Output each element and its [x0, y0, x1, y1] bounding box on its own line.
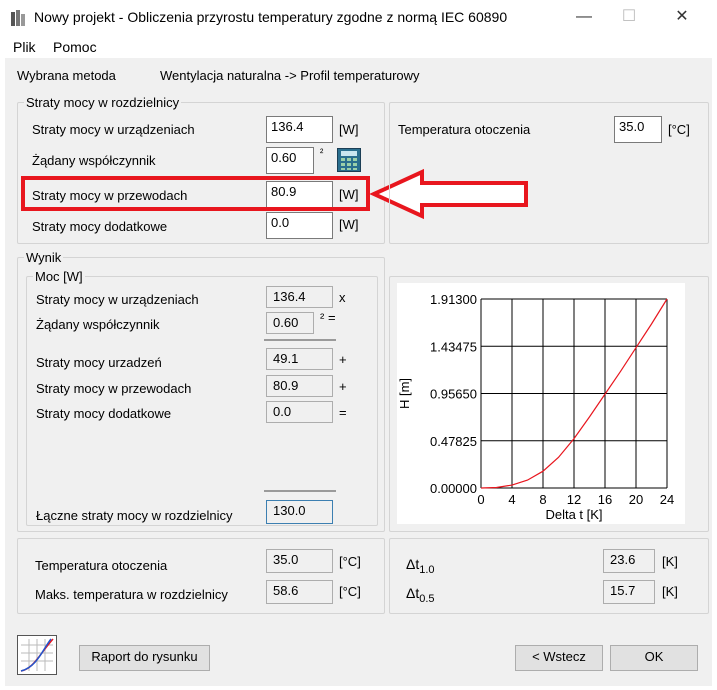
device-losses-unit: [W]	[339, 122, 359, 137]
power-legend: Moc [W]	[33, 269, 85, 284]
y-tick-label: 0.00000	[430, 481, 477, 496]
result-additional-label: Straty mocy dodatkowe	[36, 406, 172, 421]
dt05-label: Δt0.5	[406, 585, 435, 605]
result-separator-top	[264, 339, 336, 341]
dt10-unit: [K]	[662, 554, 678, 569]
result-additional-op: =	[339, 405, 347, 420]
result-coefficient-value: 0.60	[266, 312, 314, 334]
result-coefficient-op: ² =	[320, 310, 336, 325]
window-title: Nowy projekt - Obliczenia przyrostu temp…	[34, 9, 508, 25]
back-button[interactable]: < Wstecz	[515, 645, 603, 671]
x-tick-label: 8	[539, 492, 546, 507]
y-tick-label: 1.43475	[430, 339, 477, 354]
x-tick-label: 24	[660, 492, 674, 507]
menu-bar	[0, 36, 717, 58]
dt10-label: Δt1.0	[406, 556, 435, 576]
additional-losses-unit: [W]	[339, 217, 359, 232]
additional-losses-label: Straty mocy dodatkowe	[32, 219, 168, 234]
result-device-op: x	[339, 290, 346, 305]
result-additional-value: 0.0	[266, 401, 333, 423]
temperature-profile-chart: 0 4 8 12 16 20 24 0.00000 0.47825 0.95650 1.43475 1…	[397, 292, 674, 522]
result-wire-op: +	[339, 379, 347, 394]
additional-losses-input[interactable]: 0.0	[266, 212, 333, 239]
ok-button[interactable]: OK	[610, 645, 698, 671]
app-icon	[11, 10, 25, 26]
x-tick-label: 4	[508, 492, 515, 507]
delta-group	[389, 538, 709, 614]
y-tick-label: 1.91300	[430, 292, 477, 307]
temps-ambient-label: Temperatura otoczenia	[35, 558, 168, 573]
total-losses-label: Łączne straty mocy w rozdzielnicy	[36, 508, 233, 523]
maximize-button[interactable]: ☐	[615, 6, 643, 28]
ambient-label: Temperatura otoczenia	[398, 122, 531, 137]
device-losses-input[interactable]: 136.4	[266, 116, 333, 143]
calculator-icon[interactable]	[337, 148, 361, 172]
total-losses-value: 130.0	[266, 500, 333, 524]
highlight-box	[21, 176, 370, 211]
menu-pomoc[interactable]: Pomoc	[53, 39, 97, 55]
result-device-power-value: 49.1	[266, 348, 333, 370]
menu-plik[interactable]: Plik	[13, 39, 36, 55]
x-tick-label: 16	[598, 492, 612, 507]
dt10-value: 23.6	[603, 549, 655, 573]
minimize-button[interactable]: —	[570, 6, 598, 28]
y-tick-label: 0.95650	[430, 387, 477, 402]
close-button[interactable]: ✕	[668, 6, 696, 28]
y-tick-label: 0.47825	[430, 434, 477, 449]
result-device-value: 136.4	[266, 286, 333, 308]
temps-ambient-unit: [°C]	[339, 554, 361, 569]
coefficient-input[interactable]: 0.60	[266, 147, 314, 174]
dt05-unit: [K]	[662, 584, 678, 599]
result-device-label: Straty mocy w urządzeniach	[36, 292, 199, 307]
result-wire-value: 80.9	[266, 375, 333, 397]
temps-ambient-value: 35.0	[266, 549, 333, 573]
max-temp-label: Maks. temperatura w rozdzielnicy	[35, 587, 228, 602]
max-temp-value: 58.6	[266, 580, 333, 604]
result-wire-label: Straty mocy w przewodach	[36, 381, 192, 396]
method-value: Wentylacja naturalna -> Profil temperatu…	[160, 68, 420, 83]
x-axis-label: Delta t [K]	[545, 507, 602, 522]
ambient-unit: [°C]	[668, 122, 690, 137]
result-coefficient-label: Żądany współczynnik	[36, 317, 160, 332]
y-axis-label: H [m]	[397, 378, 412, 409]
coefficient-square: ²	[320, 148, 324, 159]
method-label: Wybrana metoda	[17, 68, 116, 83]
result-separator-bottom	[264, 490, 336, 492]
max-temp-unit: [°C]	[339, 584, 361, 599]
x-tick-label: 20	[629, 492, 643, 507]
x-tick-label: 0	[477, 492, 484, 507]
device-losses-label: Straty mocy w urządzeniach	[32, 122, 195, 137]
dt05-value: 15.7	[603, 580, 655, 604]
ambient-input[interactable]: 35.0	[614, 116, 662, 143]
report-button[interactable]: Raport do rysunku	[79, 645, 210, 671]
losses-legend: Straty mocy w rozdzielnicy	[24, 95, 182, 110]
result-legend: Wynik	[24, 250, 64, 265]
chart-report-icon[interactable]	[17, 635, 57, 675]
result-device-power-op: +	[339, 352, 347, 367]
result-device-power-label: Straty mocy urzadzeń	[36, 355, 162, 370]
coefficient-label: Żądany współczynnik	[32, 153, 156, 168]
x-tick-label: 12	[567, 492, 581, 507]
